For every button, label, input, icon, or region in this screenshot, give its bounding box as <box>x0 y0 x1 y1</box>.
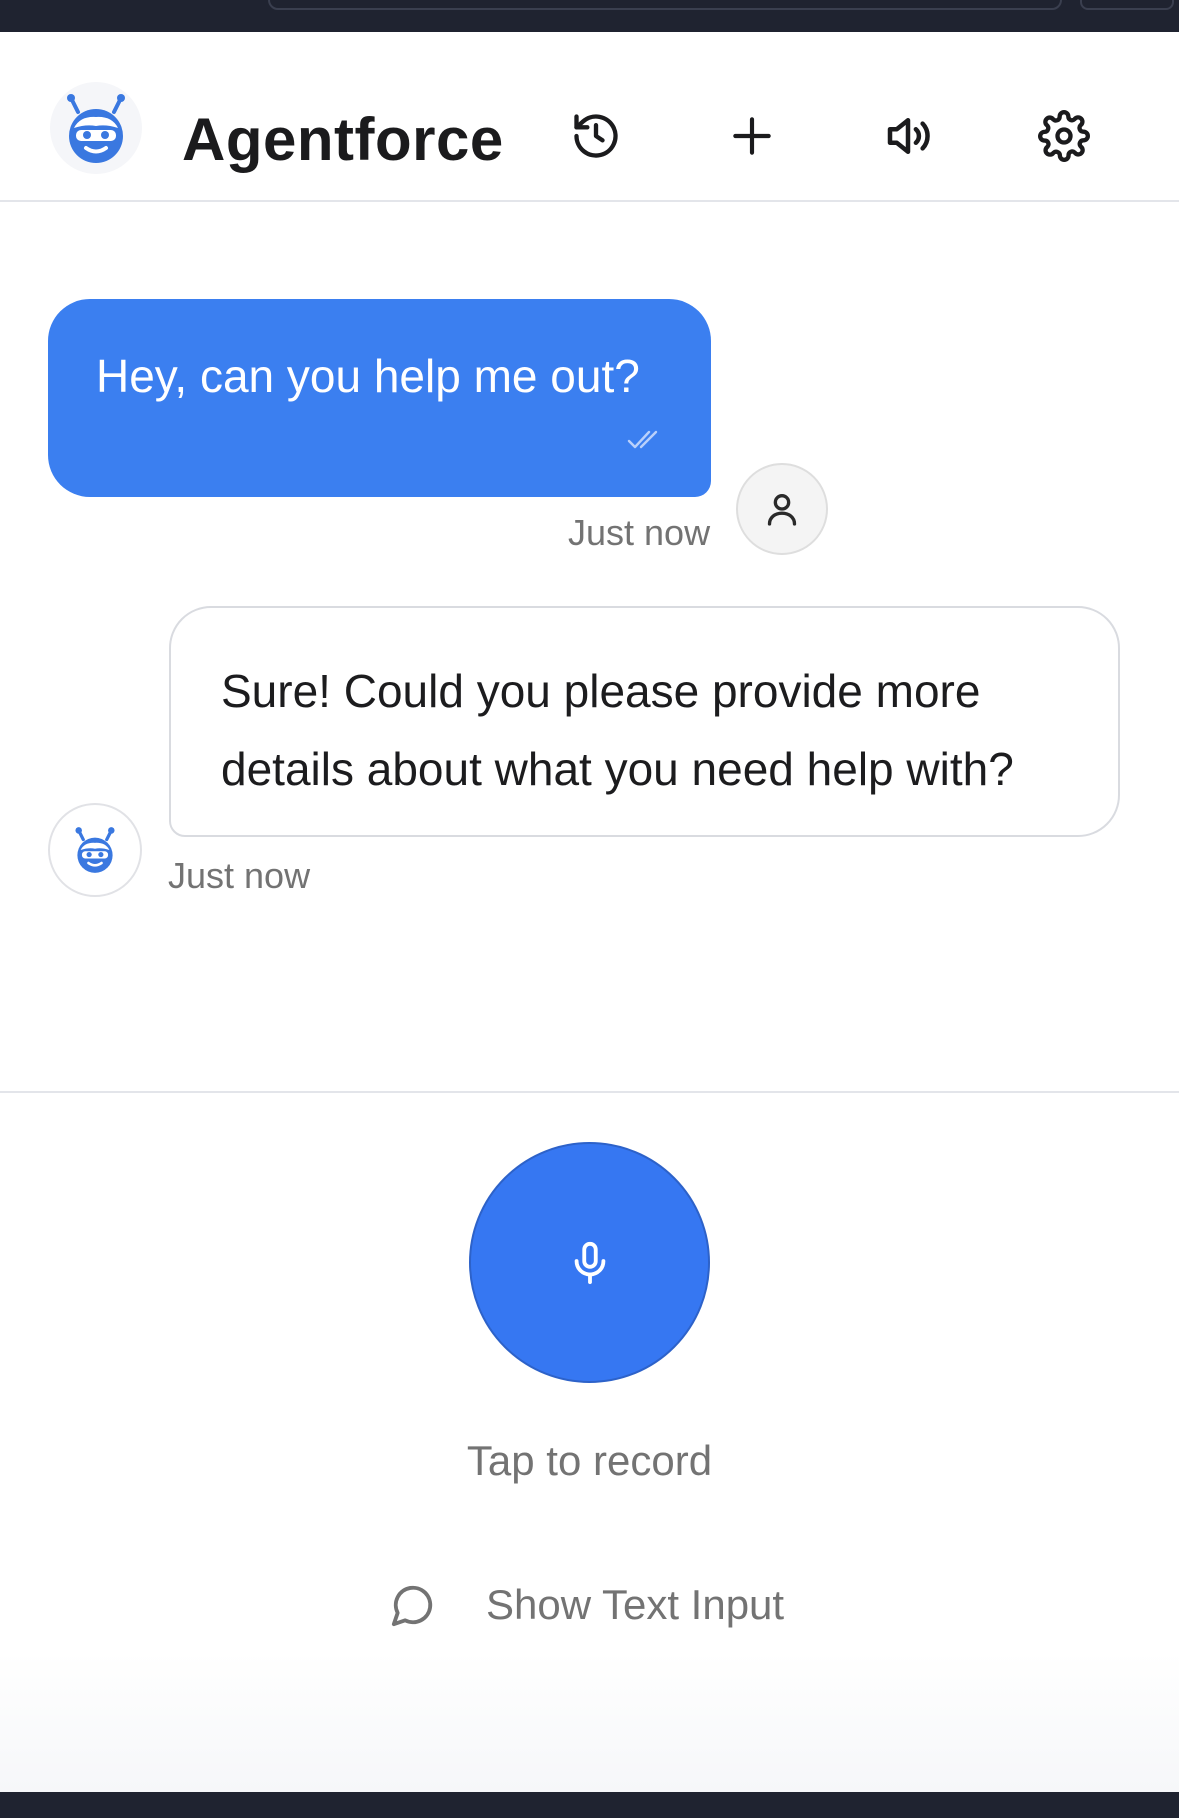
browser-top-bar <box>0 0 1179 32</box>
agent-avatar <box>48 803 142 897</box>
show-text-input-button[interactable]: Show Text Input <box>390 1575 784 1635</box>
agent-message-text: Sure! Could you please provide more deta… <box>221 665 1014 795</box>
address-bar[interactable] <box>268 0 1062 10</box>
user-message-timestamp: Just now <box>568 512 711 553</box>
record-hint: Tap to record <box>466 1437 713 1484</box>
user-icon <box>767 494 797 526</box>
user-message-text: Hey, can you help me out? <box>96 350 640 402</box>
page-title: Agentforce <box>182 106 504 173</box>
user-message-bubble: Hey, can you help me out? <box>48 299 711 497</box>
chat-header: Agentforce <box>0 32 1179 202</box>
gear-icon <box>1038 110 1090 162</box>
system-bottom-bar <box>0 1792 1179 1818</box>
tabs-button[interactable] <box>1080 0 1174 10</box>
show-text-input-label: Show Text Input <box>486 1581 785 1628</box>
record-button[interactable] <box>469 1142 710 1383</box>
microphone-icon <box>574 1241 605 1284</box>
chat-bubble-icon <box>391 1585 433 1627</box>
settings-button[interactable] <box>1036 108 1092 164</box>
plus-icon <box>733 117 771 155</box>
history-icon <box>574 114 618 158</box>
audio-toggle-button[interactable] <box>880 108 936 164</box>
double-check-icon <box>627 430 658 449</box>
new-chat-button[interactable] <box>724 108 780 164</box>
agent-bot-icon <box>67 94 125 163</box>
speaker-icon <box>887 118 930 154</box>
agent-message-timestamp: Just now <box>168 855 311 896</box>
agentforce-logo <box>50 82 142 174</box>
history-button[interactable] <box>568 108 624 164</box>
divider <box>0 1091 1179 1093</box>
user-avatar <box>736 463 828 555</box>
agent-bot-icon <box>75 827 115 873</box>
agent-message-bubble: Sure! Could you please provide more deta… <box>169 606 1120 837</box>
